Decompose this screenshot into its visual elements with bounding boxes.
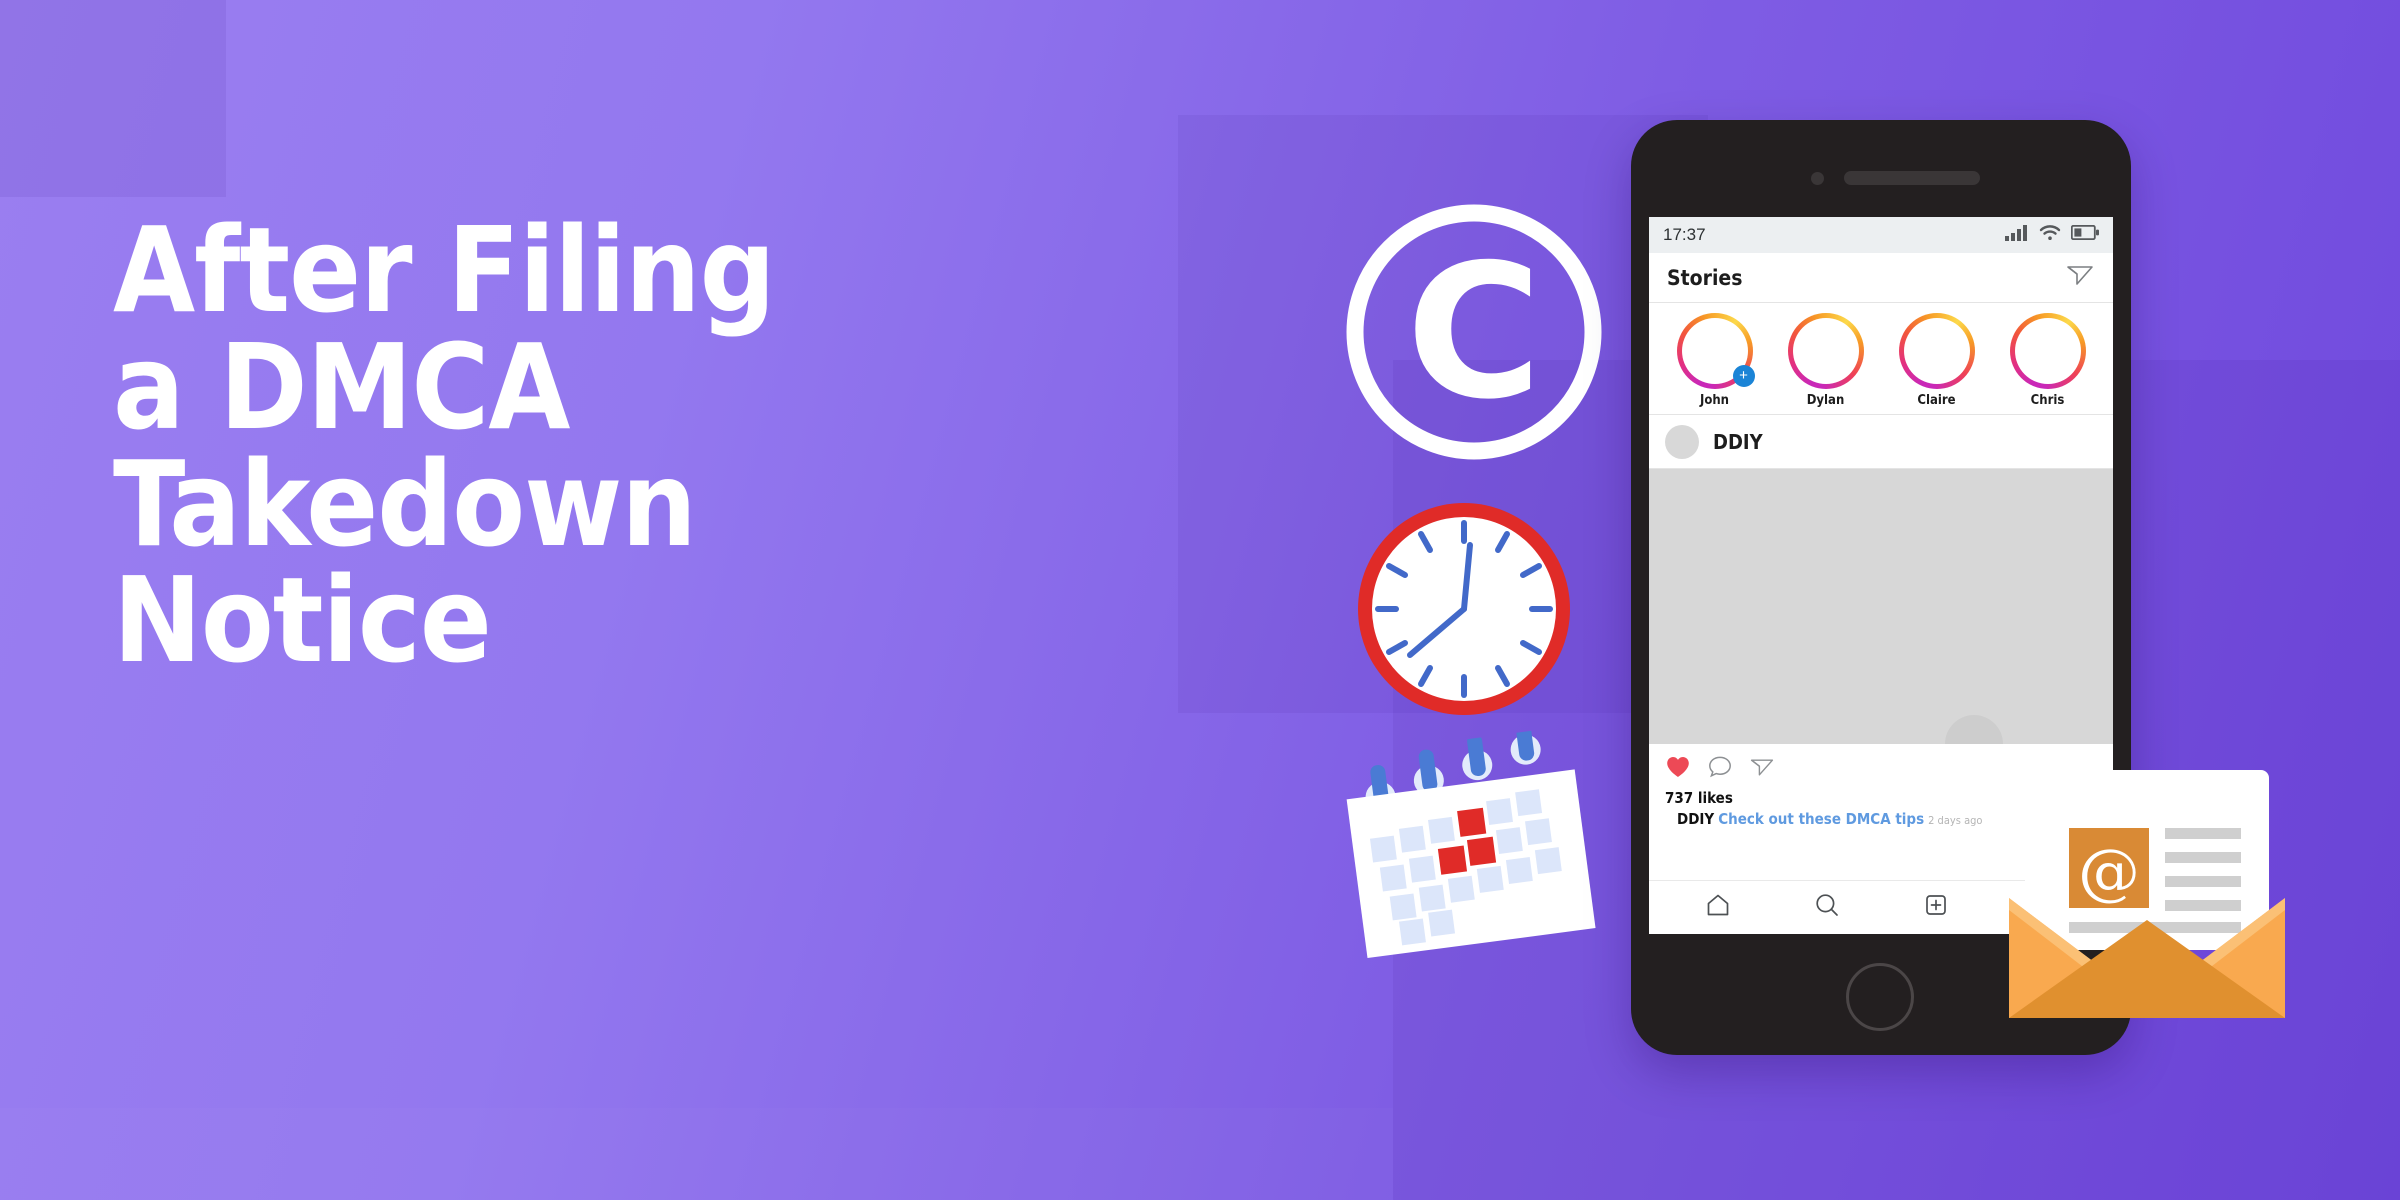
like-icon[interactable] — [1665, 754, 1691, 785]
post-header: DDIY — [1649, 415, 2113, 469]
status-time: 17:37 — [1663, 225, 1706, 244]
status-bar: 17:37 — [1649, 217, 2113, 253]
envelope-icon: @ — [2007, 770, 2287, 1020]
calendar-icon — [1327, 718, 1609, 972]
story-name: Claire — [1917, 393, 1956, 408]
story-item[interactable]: Chris — [1998, 313, 2098, 408]
stories-header: Stories — [1649, 253, 2113, 303]
stories-strip: + John Dylan Claire Chris — [1649, 303, 2113, 415]
caption-timestamp: 2 days ago — [1928, 814, 1983, 827]
stories-title: Stories — [1667, 265, 1743, 290]
share-icon[interactable] — [1749, 754, 1775, 785]
phone-speaker-grill — [1844, 171, 1980, 185]
story-name: Chris — [2030, 393, 2065, 408]
clock-icon — [1352, 497, 1576, 721]
story-item[interactable]: + John — [1665, 313, 1765, 408]
story-ring — [1787, 313, 1864, 389]
story-name: John — [1699, 393, 1730, 408]
avatar[interactable] — [1665, 424, 1699, 459]
direct-message-icon[interactable] — [2065, 260, 2095, 295]
headline-line-4: Notice — [113, 551, 492, 690]
post-image — [1649, 469, 2113, 744]
svg-text:C: C — [1406, 224, 1542, 440]
background-panel-top-left — [0, 0, 226, 197]
story-name: Dylan — [1806, 393, 1845, 408]
headline-line-2: a DMCA — [113, 317, 570, 456]
headline-line-3: Takedown — [113, 434, 697, 573]
phone-camera-icon — [1811, 172, 1824, 185]
battery-low-icon — [2070, 224, 2099, 245]
page-title: After Filing a DMCA Takedown Notice — [113, 201, 1013, 690]
copyright-icon: C — [1338, 196, 1610, 468]
story-ring — [2009, 313, 2086, 389]
story-add-badge-icon[interactable]: + — [1732, 365, 1755, 387]
phone-home-button[interactable] — [1846, 963, 1914, 1031]
background-panel-bottom-band — [0, 1108, 1393, 1200]
caption-text[interactable]: Check out these DMCA tips — [1718, 810, 1924, 828]
add-post-icon[interactable] — [1922, 891, 1950, 924]
story-item[interactable]: Claire — [1887, 313, 1987, 408]
comment-icon[interactable] — [1707, 754, 1733, 785]
post-username[interactable]: DDIY — [1713, 430, 1763, 454]
headline-line-1: After Filing — [113, 201, 776, 339]
banner-canvas: After Filing a DMCA Takedown Notice C 17… — [0, 0, 2400, 1200]
signal-bars-icon — [2005, 224, 2029, 246]
story-item[interactable]: Dylan — [1776, 313, 1876, 408]
caption-username[interactable]: DDIY — [1677, 810, 1714, 828]
home-icon[interactable] — [1704, 891, 1732, 924]
post-image-shape — [1945, 715, 2003, 744]
wifi-icon — [2039, 224, 2061, 246]
svg-text:@: @ — [2078, 835, 2140, 908]
search-icon[interactable] — [1813, 891, 1841, 924]
story-ring — [1898, 313, 1975, 389]
